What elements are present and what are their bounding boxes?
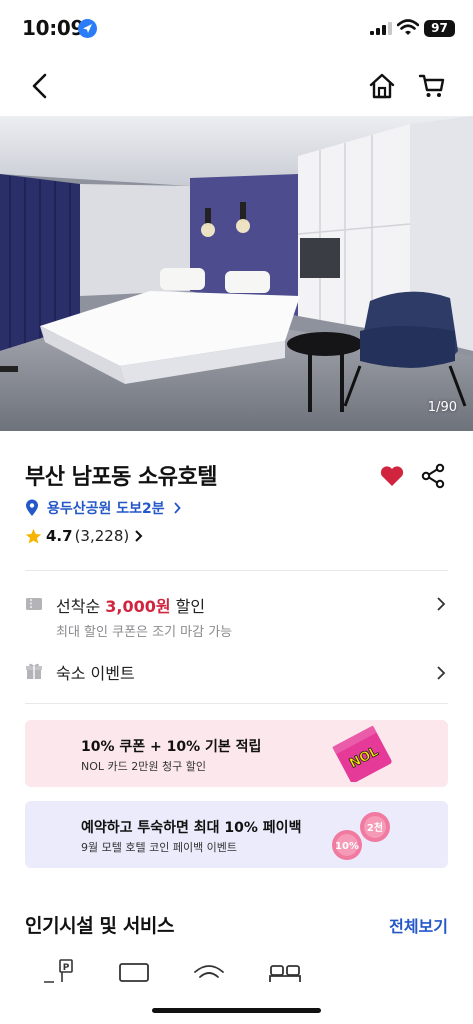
chevron-right-icon bbox=[173, 502, 181, 514]
banner-title: 10% 쿠폰 + 10% 기본 적립 bbox=[81, 739, 262, 755]
cart-button[interactable] bbox=[416, 70, 448, 102]
coin-icon: 2천 10% bbox=[332, 812, 390, 860]
banner-title: 예약하고 투숙하면 최대 10% 페이백 bbox=[81, 820, 302, 836]
chevron-right-icon bbox=[437, 597, 446, 611]
rating-row[interactable]: 4.7 (3,228) bbox=[25, 527, 144, 545]
share-button[interactable] bbox=[421, 462, 445, 490]
amenities-section-title: 인기시설 및 서비스 bbox=[25, 915, 175, 937]
view-all-link[interactable]: 전체보기 bbox=[389, 913, 448, 937]
banner-subtitle: 9월 모텔 호텔 코인 페이백 이벤트 bbox=[81, 841, 238, 854]
back-icon bbox=[32, 73, 47, 99]
coupon-amount: 3,000원 bbox=[105, 597, 171, 616]
coupon-title-suffix: 할인 bbox=[170, 597, 206, 616]
status-bar: 10:09 97 bbox=[0, 0, 473, 56]
hotel-name: 부산 남포동 소유호텔 bbox=[25, 465, 217, 490]
nav-bar bbox=[0, 60, 473, 112]
wifi-icon bbox=[194, 965, 224, 978]
share-icon bbox=[421, 463, 445, 489]
coin-label: 10% bbox=[335, 841, 359, 852]
bed-icon bbox=[269, 965, 301, 982]
wifi-icon bbox=[397, 19, 419, 35]
hotel-photo-gallery[interactable]: 1/90 bbox=[0, 116, 473, 431]
divider bbox=[25, 570, 448, 571]
payback-event-banner[interactable]: 예약하고 투숙하면 최대 10% 페이백 9월 모텔 호텔 코인 페이백 이벤트… bbox=[25, 801, 448, 868]
chevron-right-icon bbox=[135, 530, 143, 542]
cart-icon bbox=[418, 74, 445, 97]
svg-text:P: P bbox=[63, 963, 70, 973]
map-pin-icon bbox=[26, 499, 38, 516]
home-icon bbox=[369, 73, 395, 99]
event-title: 숙소 이벤트 bbox=[56, 664, 135, 683]
divider bbox=[25, 703, 448, 704]
signal-icon bbox=[370, 22, 392, 35]
coin-label: 2천 bbox=[367, 821, 383, 834]
location-text: 용두산공원 도보2분 bbox=[47, 501, 165, 517]
nol-card-banner[interactable]: 10% 쿠폰 + 10% 기본 적립 NOL 카드 2만원 청구 할인 NOL bbox=[25, 720, 448, 787]
hotel-event-row[interactable]: 숙소 이벤트 bbox=[25, 660, 448, 686]
banner-subtitle: NOL 카드 2만원 청구 할인 bbox=[81, 760, 206, 773]
coupon-icon bbox=[26, 598, 42, 610]
location-arrow-icon bbox=[78, 19, 97, 38]
coupon-subtitle: 최대 할인 쿠폰은 조기 마감 가능 bbox=[56, 625, 233, 640]
home-indicator[interactable] bbox=[152, 1008, 321, 1013]
hotel-room-photo bbox=[0, 116, 473, 431]
coupon-title: 선착순 3,000원 할인 bbox=[56, 593, 205, 617]
status-time: 10:09 bbox=[22, 16, 85, 40]
parking-icon: P bbox=[44, 959, 73, 983]
gift-icon bbox=[26, 663, 42, 679]
coupon-row[interactable]: 선착순 3,000원 할인 최대 할인 쿠폰은 조기 마감 가능 bbox=[25, 593, 448, 641]
favorite-button[interactable] bbox=[378, 462, 406, 490]
home-button[interactable] bbox=[366, 70, 398, 102]
location-link[interactable]: 용두산공원 도보2분 bbox=[25, 498, 181, 518]
chevron-right-icon bbox=[437, 666, 446, 680]
photo-counter: 1/90 bbox=[427, 400, 457, 415]
tv-icon bbox=[119, 963, 149, 982]
heart-icon bbox=[380, 466, 404, 486]
back-button[interactable] bbox=[24, 70, 56, 102]
rating-score: 4.7 bbox=[46, 527, 73, 545]
star-icon bbox=[25, 528, 42, 543]
review-count: (3,228) bbox=[74, 527, 130, 545]
coupon-title-prefix: 선착순 bbox=[56, 597, 106, 616]
battery-icon: 97 bbox=[424, 20, 455, 37]
nol-card-icon: NOL bbox=[332, 726, 392, 782]
